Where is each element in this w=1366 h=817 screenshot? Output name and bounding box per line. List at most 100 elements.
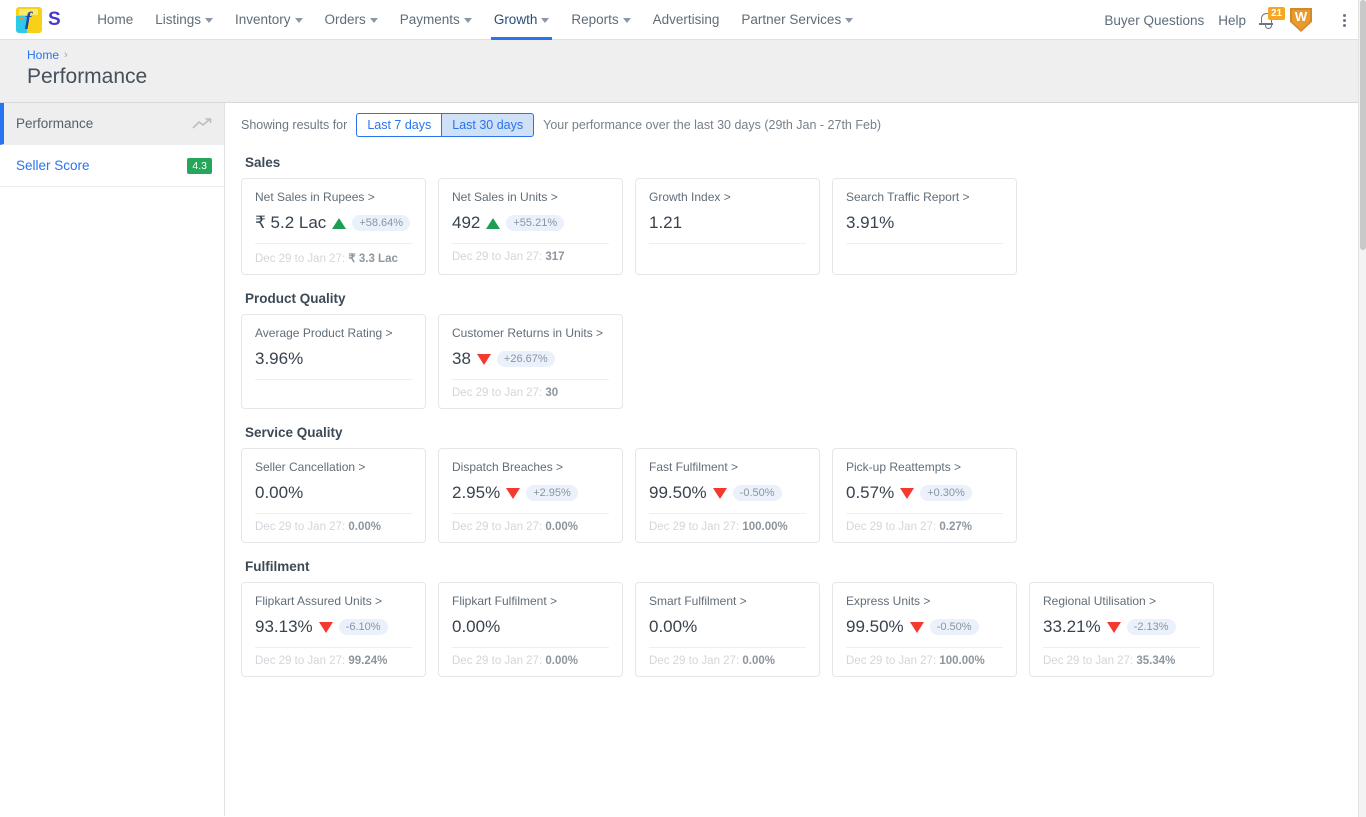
previous-period-value: 100.00% [742, 521, 788, 533]
nav-item-orders[interactable]: Orders [314, 0, 389, 40]
previous-period-value: 0.00% [545, 655, 578, 667]
page-header: Home › Performance [0, 40, 1358, 103]
metric-card-title[interactable]: Regional Utilisation > [1043, 594, 1200, 608]
card-divider [452, 379, 609, 380]
previous-period-label: Dec 29 to Jan 27: [255, 655, 346, 667]
metric-card[interactable]: Search Traffic Report > 3.91% [832, 178, 1017, 275]
brand-logo[interactable]: f S [0, 6, 61, 33]
metric-card-title[interactable]: Flipkart Fulfilment > [452, 594, 609, 608]
seller-tier-shield-icon[interactable]: W [1290, 8, 1312, 32]
metric-value-row: 38 +26.67% [452, 347, 609, 371]
nav-item-advertising[interactable]: Advertising [642, 0, 731, 40]
metric-card-title[interactable]: Smart Fulfilment > [649, 594, 806, 608]
breadcrumb-home-link[interactable]: Home [27, 48, 59, 62]
metric-previous-period: Dec 29 to Jan 27: 0.00% [649, 655, 806, 667]
previous-period-label: Dec 29 to Jan 27: [846, 521, 937, 533]
metric-previous-period: Dec 29 to Jan 27: 30 [452, 387, 609, 399]
metric-card[interactable]: Net Sales in Units > 492 +55.21% Dec 29 to … [438, 178, 623, 275]
card-spacer [255, 380, 412, 399]
metric-delta-badge: +26.67% [496, 351, 555, 367]
nav-item-label: Partner Services [741, 12, 842, 27]
metric-value: 0.00% [255, 483, 304, 502]
previous-period-value: 35.34% [1136, 655, 1176, 667]
metric-card[interactable]: Flipkart Fulfilment >0.00% Dec 29 to Jan … [438, 582, 623, 677]
nav-item-growth[interactable]: Growth [483, 0, 561, 40]
section-title-service-quality: Service Quality [245, 425, 343, 440]
metric-card[interactable]: Net Sales in Rupees > ₹ 5.2 Lac +58.64% Dec… [241, 178, 426, 275]
metric-card-title[interactable]: Express Units > [846, 594, 1003, 608]
metric-card-title[interactable]: Customer Returns in Units > [452, 326, 609, 340]
card-divider [452, 647, 609, 648]
metric-card-title[interactable]: Search Traffic Report > [846, 190, 1003, 204]
metric-card[interactable]: Growth Index > 1.21 [635, 178, 820, 275]
page-scrollbar[interactable] [1358, 0, 1366, 817]
date-range-option-last-7-days[interactable]: Last 7 days [356, 113, 442, 137]
metric-card-title[interactable]: Average Product Rating > [255, 326, 412, 340]
previous-period-label: Dec 29 to Jan 27: [452, 387, 543, 399]
metric-card[interactable]: Regional Utilisation > 33.21% -2.13% Dec 29… [1029, 582, 1214, 677]
previous-period-label: Dec 29 to Jan 27: [846, 655, 937, 667]
main-content: Showing results for Last 7 days Last 30 d… [225, 103, 1366, 816]
metric-delta-badge: +2.95% [526, 485, 578, 501]
nav-item-inventory[interactable]: Inventory [224, 0, 314, 40]
metric-card-title[interactable]: Pick-up Reattempts > [846, 460, 1003, 474]
metric-card[interactable]: Smart Fulfilment > 0.00% Dec 29 to Jan 27:… [635, 582, 820, 677]
nav-item-partner-services[interactable]: Partner Services [730, 0, 864, 40]
nav-item-home[interactable]: Home [86, 0, 144, 40]
nav-item-payments[interactable]: Payments [389, 0, 483, 40]
metric-card-title[interactable]: Growth Index > [649, 190, 806, 204]
top-navigation-bar: f S Home Listings Inventory Orders Payments G… [0, 0, 1366, 40]
showing-results-label: Showing results for [241, 118, 348, 132]
trend-down-arrow-icon [712, 487, 727, 499]
trend-down-arrow-icon [506, 487, 521, 499]
trend-down-arrow-icon [1106, 621, 1121, 633]
date-range-option-last-30-days[interactable]: Last 30 days [441, 113, 535, 137]
metric-card-title[interactable]: Dispatch Breaches > [452, 460, 609, 474]
metric-value-row: 0.57% +0.30% [846, 481, 1003, 505]
chevron-down-icon [369, 18, 378, 23]
buyer-questions-link[interactable]: Buyer Questions [1104, 13, 1204, 28]
metric-card[interactable]: Customer Returns in Units > 38 +26.67% Dec … [438, 314, 623, 409]
metric-card-title[interactable]: Fast Fulfilment > [649, 460, 806, 474]
previous-period-value: ₹ 3.3 Lac [348, 253, 398, 265]
page-body: Performance Seller Score 4.3 Showing resul… [0, 103, 1366, 816]
card-spacer [846, 244, 1003, 265]
card-grid: Average Product Rating > 3.96% Customer Re… [241, 314, 1366, 409]
metric-value-row: 3.96% [255, 347, 412, 371]
shield-letter: W [1294, 9, 1308, 24]
card-divider [452, 243, 609, 244]
metric-card-title[interactable]: Flipkart Assured Units > [255, 594, 412, 608]
sidebar-item-seller-score[interactable]: Seller Score 4.3 [0, 145, 224, 187]
metric-card[interactable]: Average Product Rating > 3.96% [241, 314, 426, 409]
metric-card-title[interactable]: Seller Cancellation > [255, 460, 412, 474]
metric-card[interactable]: Fast Fulfilment > 99.50% -0.50% Dec 29 to J… [635, 448, 820, 543]
previous-period-value: 0.27% [939, 521, 972, 533]
metric-card[interactable]: Dispatch Breaches > 2.95% +2.95% Dec 29 to … [438, 448, 623, 543]
metric-value-row: 2.95% +2.95% [452, 481, 609, 505]
chevron-right-icon: › [64, 49, 68, 61]
help-link[interactable]: Help [1218, 13, 1246, 28]
metric-value-row: 33.21% -2.13% [1043, 615, 1200, 639]
previous-period-label: Dec 29 to Jan 27: [649, 521, 740, 533]
sidebar-item-performance[interactable]: Performance [0, 103, 224, 145]
nav-item-reports[interactable]: Reports [560, 0, 641, 40]
metric-value: 2.95% [452, 483, 501, 502]
previous-period-label: Dec 29 to Jan 27: [452, 521, 543, 533]
previous-period-value: 0.00% [348, 521, 381, 533]
metric-card-title[interactable]: Net Sales in Rupees > [255, 190, 412, 204]
metric-card[interactable]: Seller Cancellation >0.00% Dec 29 to Jan … [241, 448, 426, 543]
metric-card[interactable]: Pick-up Reattempts > 0.57% +0.30% Dec 29 to… [832, 448, 1017, 543]
previous-period-label: Dec 29 to Jan 27: [255, 253, 346, 265]
nav-item-listings[interactable]: Listings [144, 0, 224, 40]
page-scrollbar-thumb[interactable] [1360, 0, 1366, 250]
card-grid: Flipkart Assured Units > 93.13% -6.10% Dec … [241, 582, 1366, 677]
more-options-icon[interactable] [1336, 10, 1352, 30]
sidebar-item-label: Seller Score [16, 158, 90, 173]
metric-card[interactable]: Flipkart Assured Units > 93.13% -6.10% Dec … [241, 582, 426, 677]
metric-card[interactable]: Express Units > 99.50% -0.50% Dec 29 to Jan… [832, 582, 1017, 677]
metric-card-title[interactable]: Net Sales in Units > [452, 190, 609, 204]
previous-period-value: 0.00% [742, 655, 775, 667]
metric-value: 38 [452, 349, 471, 368]
nav-item-label: Growth [493, 12, 538, 27]
notifications-bell-icon[interactable]: 21 [1259, 7, 1286, 30]
